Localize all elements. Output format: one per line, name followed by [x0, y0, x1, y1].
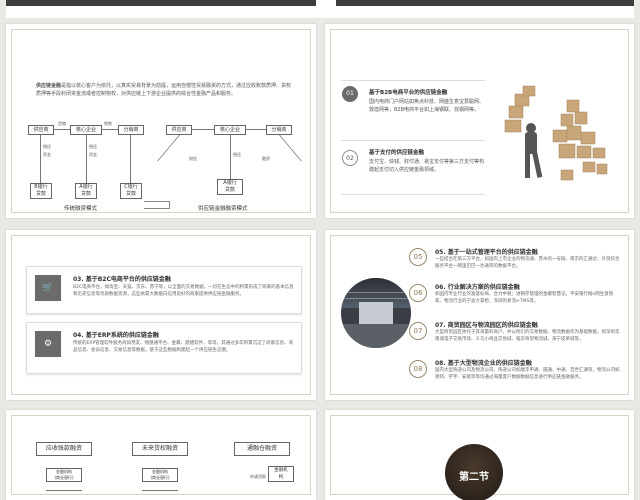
slide-thumbnail-4[interactable]: 05 05. 基于一站式管理平台的供应链金融 一些结合在第三方平台，如国内上市企…	[325, 230, 634, 400]
info-card: 🛒 03. 基于B2C电商平台的供应链金融 B2C电商平台，如淘宝、天猫、京东、…	[26, 266, 302, 314]
right-diagram-title: 供应链金融融资模式	[198, 206, 248, 212]
item-title: 06. 行业解决方案的供应链金融	[435, 284, 520, 291]
bank-box: 金融机构 (商业银行)	[142, 468, 178, 482]
repay-label: 偿还	[89, 144, 97, 149]
divider	[341, 80, 485, 81]
bank-box: 金融机构 (商业银行)	[46, 468, 82, 482]
item-title: 07. 商贸园区与物流园区的供应链金融	[435, 322, 538, 329]
slide-thumbnail-6[interactable]: 第二节	[325, 410, 634, 500]
divider	[341, 194, 485, 195]
left-supplier-box: 供应商	[28, 125, 54, 135]
cash-label: 资金	[89, 152, 97, 157]
item-title: 05. 基于一站式管理平台的供应链金融	[435, 249, 538, 256]
receivable-finance-head: 应收账款融资	[36, 442, 92, 456]
number-circle: 06	[409, 284, 427, 302]
item-title: 基于B2B电商平台的供应链金融	[369, 90, 448, 96]
arrow-line	[246, 129, 266, 130]
arrow-line	[230, 135, 231, 179]
bank-b-box: B银行 贷款	[30, 183, 52, 199]
cash-label: 资金	[43, 152, 51, 157]
arrow-line	[192, 129, 214, 130]
slide-frame	[11, 29, 311, 213]
divider	[341, 140, 485, 141]
card-title: 03. 基于B2C电商平台的供应链金融	[73, 276, 171, 283]
arrow-line	[40, 135, 41, 183]
intro-bold: 供应链金融	[36, 83, 62, 89]
item-number-badge: 01	[342, 86, 358, 102]
intro-paragraph: 供应链金融是指以核心客户为依托，以真实贸易背景为前提，运用自偿性贸易融资的方式，…	[36, 82, 294, 98]
repay-label: 偿还	[43, 144, 51, 149]
card-text: B2C电商平台，如淘宝、天猫、京东、苏宁等，以全面的交易数据，一切在生态中的积累…	[73, 285, 294, 297]
number-circle: 05	[409, 248, 427, 266]
arrow-line	[54, 129, 70, 130]
warehouse-finance-head: 通融仓融资	[234, 442, 290, 456]
item-text: 国内大型快递公司及物流公司，快递公司如顺丰申通、圆通、中通、百世汇通等，物流公司…	[435, 368, 620, 380]
credit-label: 授信	[189, 156, 197, 161]
intro-text: 是指以核心客户为依托，以真实贸易背景为前提，运用自偿性贸易融资的方式，通过应收账…	[36, 83, 292, 97]
arrow-line	[102, 129, 118, 130]
number-circle: 07	[409, 322, 427, 340]
card-title: 04. 基于ERP系统的供应链金融	[73, 332, 159, 339]
item-number-badge: 02	[342, 150, 358, 166]
double-arrow	[144, 201, 170, 209]
slide-thumbnail-3[interactable]: 🛒 03. 基于B2C电商平台的供应链金融 B2C电商平台，如淘宝、天猫、京东、…	[6, 230, 316, 400]
left-core-box: 核心企业	[70, 125, 102, 135]
arrow-line	[130, 135, 131, 183]
repay-label: 偿还	[233, 152, 241, 157]
section-label: 第二节	[459, 472, 489, 483]
left-diagram-title: 传统融资模式	[64, 206, 98, 212]
finance-label: 融资	[262, 156, 270, 161]
boxes-illustration	[504, 85, 608, 181]
bank-c-box: C银行 贷款	[120, 183, 142, 199]
left-distributor-box: 分销商	[118, 125, 144, 135]
page: 供应链金融是指以核心客户为依托，以真实贸易背景为前提，运用自偿性贸易融资的方式，…	[0, 0, 640, 500]
item-title: 基于支付的供应链金融	[369, 150, 425, 156]
number-circle: 08	[409, 360, 427, 378]
top-bar-right	[336, 0, 634, 6]
right-supplier-box: 供应商	[166, 125, 192, 135]
top-strip	[6, 0, 634, 18]
right-distributor-box: 分销商	[266, 125, 292, 135]
item-text: 如国内专业行业的富基标商、合力中税；进销存管理的金螺智慧记，平安银行橙e网生意管…	[435, 292, 614, 304]
right-core-box: 核心企业	[214, 125, 246, 135]
warehouse-photo	[341, 278, 411, 348]
connector-line	[46, 490, 82, 491]
slide-thumbnail-5[interactable]: 应收账款融资 未来货权融资 通融仓融资 金融机构 (商业银行) 金融机构 (商业…	[6, 410, 316, 500]
item-text: 国内电商门户网站如焦点科技、网盛生意宝慧聪网、敦煌网等，B2B电商平台如上海钢联…	[369, 99, 485, 113]
slide-thumbnail-1[interactable]: 供应链金融是指以核心客户为依托，以真实贸易背景为前提，运用自偿性贸易融资的方式，…	[6, 24, 316, 218]
apply-loan-label: 申请贷款	[250, 474, 266, 479]
arrow-line	[86, 135, 87, 183]
goods-label: 货物	[58, 121, 66, 126]
bank-a-box: A银行 贷款	[75, 183, 97, 199]
right-bank-box: A银行 贷款	[217, 179, 243, 195]
gears-icon: ⚙	[35, 331, 61, 357]
bank-box: 金融机 构	[268, 466, 294, 482]
slide-thumbnail-2[interactable]: 01 基于B2B电商平台的供应链金融 国内电商门户网站如焦点科技、网盛生意宝慧聪…	[325, 24, 634, 218]
connector-line	[142, 490, 178, 491]
cart-icon: 🛒	[35, 275, 61, 301]
item-title: 08. 基于大型物流企业的供应链金融	[435, 360, 532, 367]
future-goods-finance-head: 未来货权融资	[132, 442, 188, 456]
item-text: 大型商贸园区依托于其海量的商户，并以他们的交易数据、物流数据作为基础数据，如深圳…	[435, 330, 620, 342]
top-bar-left	[6, 0, 316, 6]
info-card: ⚙ 04. 基于ERP系统的供应链金融 传统的ERP管理软件服务商如用友、畅捷通…	[26, 322, 302, 374]
sales-label: 销售	[104, 121, 112, 126]
card-text: 传统的ERP管理软件服务商如用友、畅捷通平台、金蝶、鼎捷软件、等等，其通过多年积…	[73, 341, 294, 353]
item-text: 一些结合在第三方平台，如国内上市企业的物流通、苏州的一号链、南京的汇通达、外贸综…	[435, 257, 620, 269]
item-text: 支付宝、快钱、财付通、易宝支付等第三方支付等构建起支付切入供应链金融领域。	[369, 159, 485, 173]
